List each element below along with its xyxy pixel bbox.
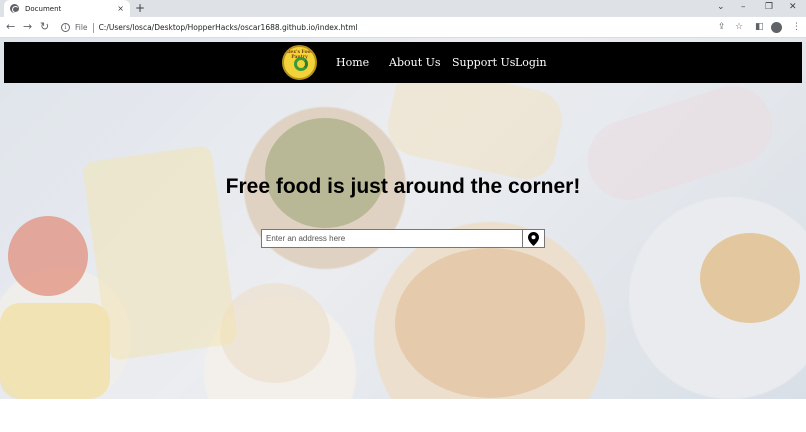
hero-background [0, 38, 806, 399]
tab-search-icon[interactable]: ⌄ [717, 2, 725, 12]
globe-icon [10, 4, 19, 13]
reload-icon[interactable]: ↻ [40, 20, 49, 34]
separator [92, 22, 94, 33]
page-viewport: Alex's Food Pantry Home About Us Support… [0, 38, 806, 432]
nav-support-link[interactable]: Support Us [452, 42, 515, 83]
nav-login-link[interactable]: Login [515, 42, 547, 83]
close-window-button[interactable]: ✕ [789, 2, 797, 12]
scheme-label: File [75, 23, 88, 32]
nav-home-link[interactable]: Home [336, 42, 369, 83]
recycle-icon [294, 57, 308, 71]
address-input[interactable] [261, 229, 523, 248]
restore-button[interactable]: ❐ [765, 2, 773, 12]
browser-tab[interactable]: Document × [4, 0, 130, 17]
map-pin-icon [528, 231, 539, 246]
new-tab-button[interactable]: + [135, 1, 145, 15]
browser-toolbar: ← → ↻ i File C:/Users/losca/Desktop/Hopp… [0, 17, 806, 38]
url-text[interactable]: C:/Users/losca/Desktop/HopperHacks/oscar… [99, 23, 358, 32]
star-icon[interactable]: ☆ [735, 21, 743, 33]
locate-button[interactable] [523, 229, 545, 248]
background-overlay [0, 38, 806, 399]
site-navbar: Alex's Food Pantry Home About Us Support… [4, 42, 802, 83]
menu-icon[interactable]: ⋮ [792, 21, 801, 33]
forward-icon[interactable]: → [23, 20, 32, 34]
tab-close-icon[interactable]: × [117, 4, 124, 13]
address-search [261, 229, 545, 248]
sidebar-icon[interactable]: ◧ [755, 21, 764, 33]
info-icon[interactable]: i [61, 23, 70, 32]
back-icon[interactable]: ← [6, 20, 15, 34]
address-bar[interactable]: i File C:/Users/losca/Desktop/HopperHack… [55, 19, 738, 36]
tab-strip: Document × + ⌄ – ❐ ✕ [0, 0, 806, 17]
minimize-button[interactable]: – [741, 2, 746, 12]
nav-about-link[interactable]: About Us [389, 42, 441, 83]
site-logo[interactable]: Alex's Food Pantry [282, 45, 317, 80]
profile-icon[interactable] [771, 22, 782, 33]
hero-headline: Free food is just around the corner! [225, 175, 581, 198]
tab-title: Document [25, 4, 62, 13]
share-icon[interactable]: ⇪ [718, 21, 726, 33]
